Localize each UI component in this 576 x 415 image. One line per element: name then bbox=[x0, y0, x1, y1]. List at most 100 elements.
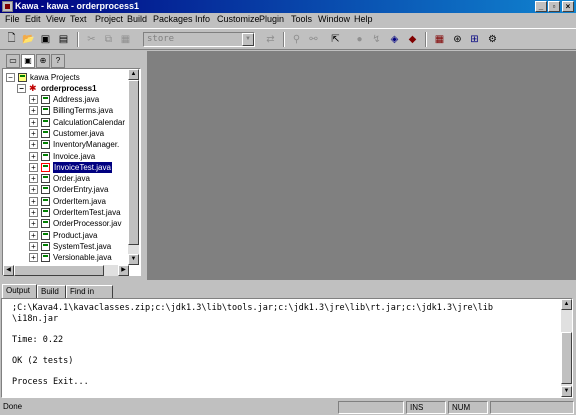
packages-tab-icon[interactable]: ⊕ bbox=[36, 54, 50, 68]
tree-file-item[interactable]: + Invoice.java bbox=[29, 151, 139, 162]
paste-icon[interactable]: ▦ bbox=[118, 32, 133, 47]
menu-tools[interactable]: Tools bbox=[291, 14, 312, 24]
minimize-button[interactable]: _ bbox=[535, 1, 547, 12]
tree-file-item[interactable]: + BillingTerms.java bbox=[29, 105, 139, 116]
save-all-icon[interactable]: ▤ bbox=[56, 32, 71, 47]
menu-info[interactable]: Info bbox=[195, 14, 210, 24]
scroll-up-icon[interactable]: ▲ bbox=[561, 299, 572, 310]
tree-file-item[interactable]: + OrderItemTest.java bbox=[29, 207, 139, 218]
open-folder-icon[interactable]: 📂 bbox=[21, 32, 36, 47]
output-vertical-scrollbar[interactable]: ▲ ▼ bbox=[561, 299, 572, 397]
scroll-left-icon[interactable]: ◀ bbox=[3, 265, 14, 276]
expand-icon[interactable]: + bbox=[29, 253, 38, 263]
tree-project[interactable]: − ✱ orderprocess1 bbox=[17, 83, 137, 94]
expand-icon[interactable]: + bbox=[29, 140, 38, 150]
expand-icon[interactable]: + bbox=[29, 196, 38, 206]
tab-build[interactable]: Build bbox=[37, 285, 66, 298]
expand-icon[interactable]: + bbox=[29, 151, 38, 161]
copy-icon[interactable]: ⧉ bbox=[101, 32, 116, 47]
cut-icon[interactable]: ✂ bbox=[84, 32, 99, 47]
run-icon[interactable]: ◆ bbox=[405, 32, 420, 47]
expand-icon[interactable]: + bbox=[29, 174, 38, 184]
tree-file-item[interactable]: + Versionable.java bbox=[29, 252, 139, 263]
new-file-icon[interactable]: 🗋 bbox=[4, 32, 19, 47]
debug-icon[interactable]: ◈ bbox=[387, 32, 402, 47]
expand-icon[interactable]: + bbox=[29, 128, 38, 138]
tab-output[interactable]: Output bbox=[2, 284, 37, 298]
java-file-icon bbox=[41, 253, 50, 263]
expand-icon[interactable]: + bbox=[29, 117, 38, 127]
tree-file-item[interactable]: + Address.java bbox=[29, 94, 139, 105]
tree-file-item[interactable]: + InvoiceTest.java bbox=[29, 161, 139, 173]
settings-icon[interactable]: ⊛ bbox=[450, 32, 465, 47]
goto-icon[interactable]: ⇱ bbox=[328, 32, 343, 47]
java-file-icon bbox=[41, 241, 50, 251]
find-icon[interactable]: ⚲ bbox=[289, 32, 304, 47]
expand-icon[interactable]: + bbox=[29, 185, 38, 195]
tree-file-label: SystemTest.java bbox=[53, 241, 112, 251]
scroll-up-icon[interactable]: ▲ bbox=[128, 69, 139, 80]
output-console[interactable]: ;C:\Kava4.1\kavaclasses.zip;c:\jdk1.3\li… bbox=[1, 298, 573, 398]
breakpoint-icon[interactable]: ● bbox=[352, 32, 367, 47]
collapse-icon[interactable]: − bbox=[17, 84, 26, 93]
scroll-right-icon[interactable]: ▶ bbox=[118, 265, 129, 276]
menu-file[interactable]: File bbox=[5, 14, 20, 24]
tree-file-item[interactable]: + Product.java bbox=[29, 230, 139, 241]
menu-plugin[interactable]: Plugin bbox=[259, 14, 284, 24]
files-tab-icon[interactable]: ▭ bbox=[6, 54, 20, 68]
step-icon[interactable]: ↯ bbox=[369, 32, 384, 47]
tree-file-item[interactable]: + OrderProcessor.jav bbox=[29, 218, 139, 229]
menu-view[interactable]: View bbox=[46, 14, 65, 24]
scroll-down-icon[interactable]: ▼ bbox=[128, 254, 139, 265]
help-tab-icon[interactable]: ? bbox=[51, 54, 65, 68]
menu-packages[interactable]: Packages bbox=[153, 14, 193, 24]
classpath-icon[interactable]: ⊞ bbox=[467, 32, 482, 47]
menu-help[interactable]: Help bbox=[354, 14, 373, 24]
editor-workspace[interactable] bbox=[147, 51, 576, 280]
tree-file-item[interactable]: + Customer.java bbox=[29, 128, 139, 139]
menu-build[interactable]: Build bbox=[127, 14, 147, 24]
tree-vertical-scrollbar[interactable]: ▲ ▼ bbox=[128, 69, 139, 265]
expand-icon[interactable]: + bbox=[29, 95, 38, 104]
tree-file-item[interactable]: + OrderItem.java bbox=[29, 196, 139, 207]
expand-icon[interactable]: + bbox=[29, 208, 38, 217]
scroll-down-icon[interactable]: ▼ bbox=[561, 386, 572, 397]
chevron-down-icon[interactable]: ▼ bbox=[242, 33, 254, 46]
title-bar[interactable]: Kawa - kawa - orderprocess1 _ ▫ × bbox=[0, 0, 576, 13]
expand-icon[interactable]: + bbox=[29, 241, 38, 251]
tree-file-item[interactable]: + CalculationCalendar bbox=[29, 117, 139, 128]
scroll-thumb[interactable] bbox=[561, 332, 572, 384]
tree-file-label: OrderItem.java bbox=[53, 196, 106, 206]
java-file-icon bbox=[41, 185, 50, 195]
collapse-icon[interactable]: − bbox=[6, 73, 15, 82]
replace-icon[interactable]: ⚯ bbox=[306, 32, 321, 47]
menu-edit[interactable]: Edit bbox=[25, 14, 41, 24]
tree-file-item[interactable]: + InventoryManager. bbox=[29, 139, 139, 150]
scroll-thumb[interactable] bbox=[128, 80, 139, 245]
tree-root[interactable]: − kawa Projects bbox=[6, 72, 136, 83]
menu-customize[interactable]: Customize bbox=[217, 14, 260, 24]
app-icon[interactable] bbox=[2, 1, 13, 12]
package-combo[interactable]: store ▼ bbox=[143, 32, 255, 47]
build-icon[interactable]: ▦ bbox=[432, 32, 447, 47]
save-icon[interactable]: ▣ bbox=[38, 32, 53, 47]
expand-icon[interactable]: + bbox=[29, 106, 38, 116]
expand-icon[interactable]: + bbox=[29, 219, 38, 229]
menu-window[interactable]: Window bbox=[318, 14, 350, 24]
tab-find-in-files[interactable]: Find in Files bbox=[66, 285, 113, 307]
tree-file-item[interactable]: + Order.java bbox=[29, 173, 139, 184]
expand-icon[interactable]: + bbox=[29, 230, 38, 240]
compile-icon[interactable]: ⇄ bbox=[263, 32, 278, 47]
project-tree[interactable]: − kawa Projects − ✱ orderprocess1 + Addre… bbox=[2, 68, 141, 276]
close-button[interactable]: × bbox=[562, 1, 574, 12]
tree-file-item[interactable]: + SystemTest.java bbox=[29, 241, 139, 252]
menu-text[interactable]: Text bbox=[70, 14, 87, 24]
maximize-button[interactable]: ▫ bbox=[548, 1, 560, 12]
tools-icon[interactable]: ⚙ bbox=[485, 32, 500, 47]
scroll-thumb[interactable] bbox=[14, 265, 104, 276]
classes-tab-icon[interactable]: ▣ bbox=[21, 54, 35, 68]
menu-project[interactable]: Project bbox=[95, 14, 123, 24]
tree-horizontal-scrollbar[interactable]: ◀ ▶ bbox=[3, 265, 129, 276]
expand-icon[interactable]: + bbox=[29, 162, 38, 172]
tree-file-item[interactable]: + OrderEntry.java bbox=[29, 184, 139, 195]
